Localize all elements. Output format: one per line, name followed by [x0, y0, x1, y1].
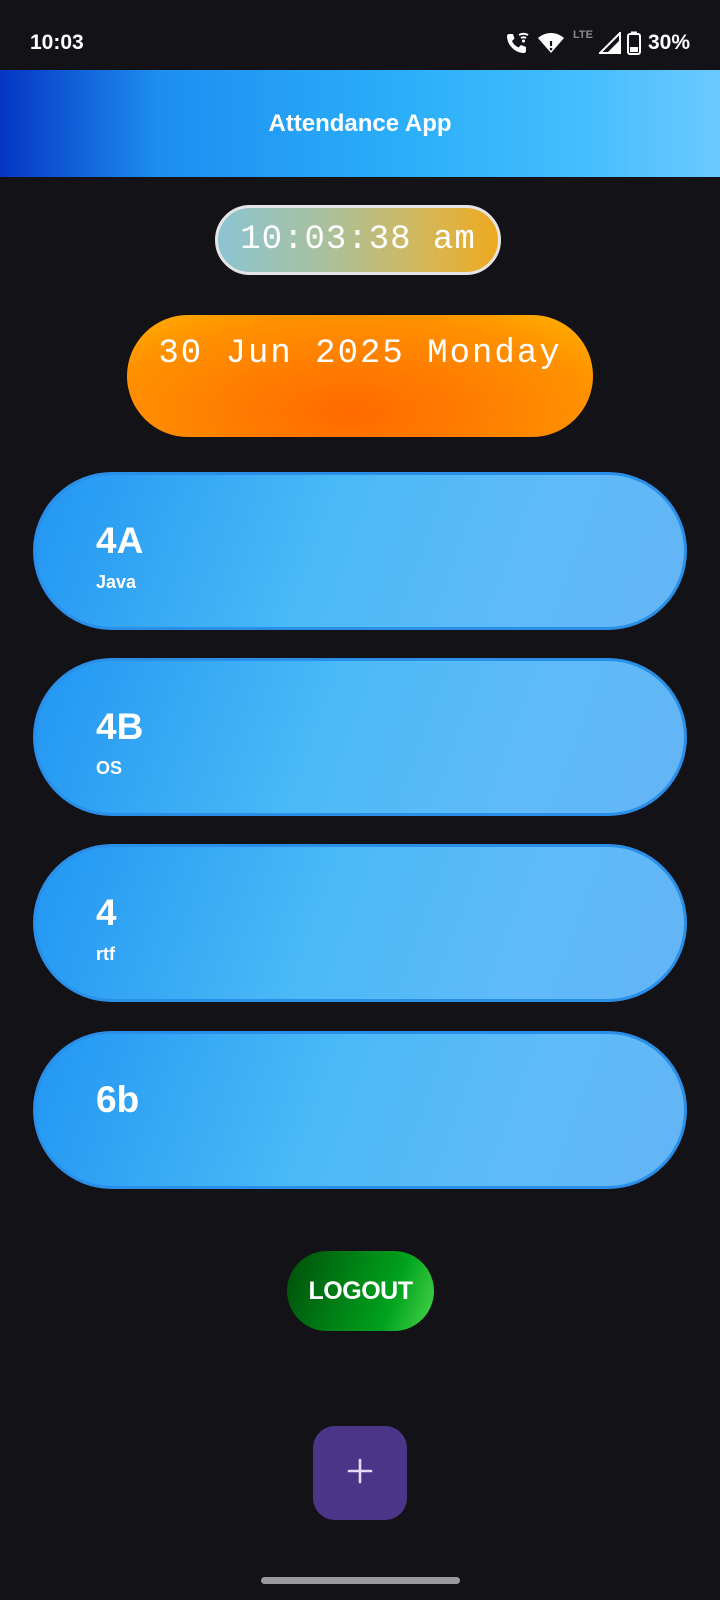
class-card-4a[interactable]: 4A Java [33, 472, 687, 630]
wifi-icon [537, 31, 565, 55]
plus-icon [347, 1458, 373, 1489]
wifi-calling-icon [505, 31, 531, 55]
signal-icon [598, 32, 621, 54]
home-indicator[interactable] [261, 1577, 460, 1584]
class-title: 4A [96, 520, 144, 561]
logout-label: LOGOUT [308, 1276, 413, 1305]
date-text: 30 Jun 2025 Monday [158, 335, 562, 373]
class-title: 6b [96, 1079, 140, 1120]
class-card-4[interactable]: 4 rtf [33, 844, 687, 1002]
status-time: 10:03 [30, 31, 84, 54]
status-bar: 10:03 LTE 30% [0, 0, 720, 70]
class-card-4b[interactable]: 4B OS [33, 658, 687, 816]
app-title: Attendance App [268, 109, 452, 137]
date-display: 30 Jun 2025 Monday [127, 315, 593, 437]
app-bar: Attendance App [0, 70, 720, 177]
network-type-label: LTE [573, 29, 593, 41]
class-title: 4 [96, 892, 117, 933]
class-subject: rtf [96, 944, 115, 964]
class-subject: OS [96, 758, 123, 778]
status-icons: LTE 30% [505, 28, 690, 58]
battery-icon [626, 31, 641, 55]
clock-display: 10:03:38 am [215, 205, 501, 275]
add-class-button[interactable] [313, 1426, 407, 1520]
class-card-6b[interactable]: 6b [33, 1031, 687, 1189]
logout-button[interactable]: LOGOUT [287, 1251, 434, 1331]
class-title: 4B [96, 706, 144, 747]
class-subject: Java [96, 572, 137, 592]
battery-percentage: 30% [647, 31, 690, 54]
clock-time: 10:03:38 am [240, 221, 476, 259]
